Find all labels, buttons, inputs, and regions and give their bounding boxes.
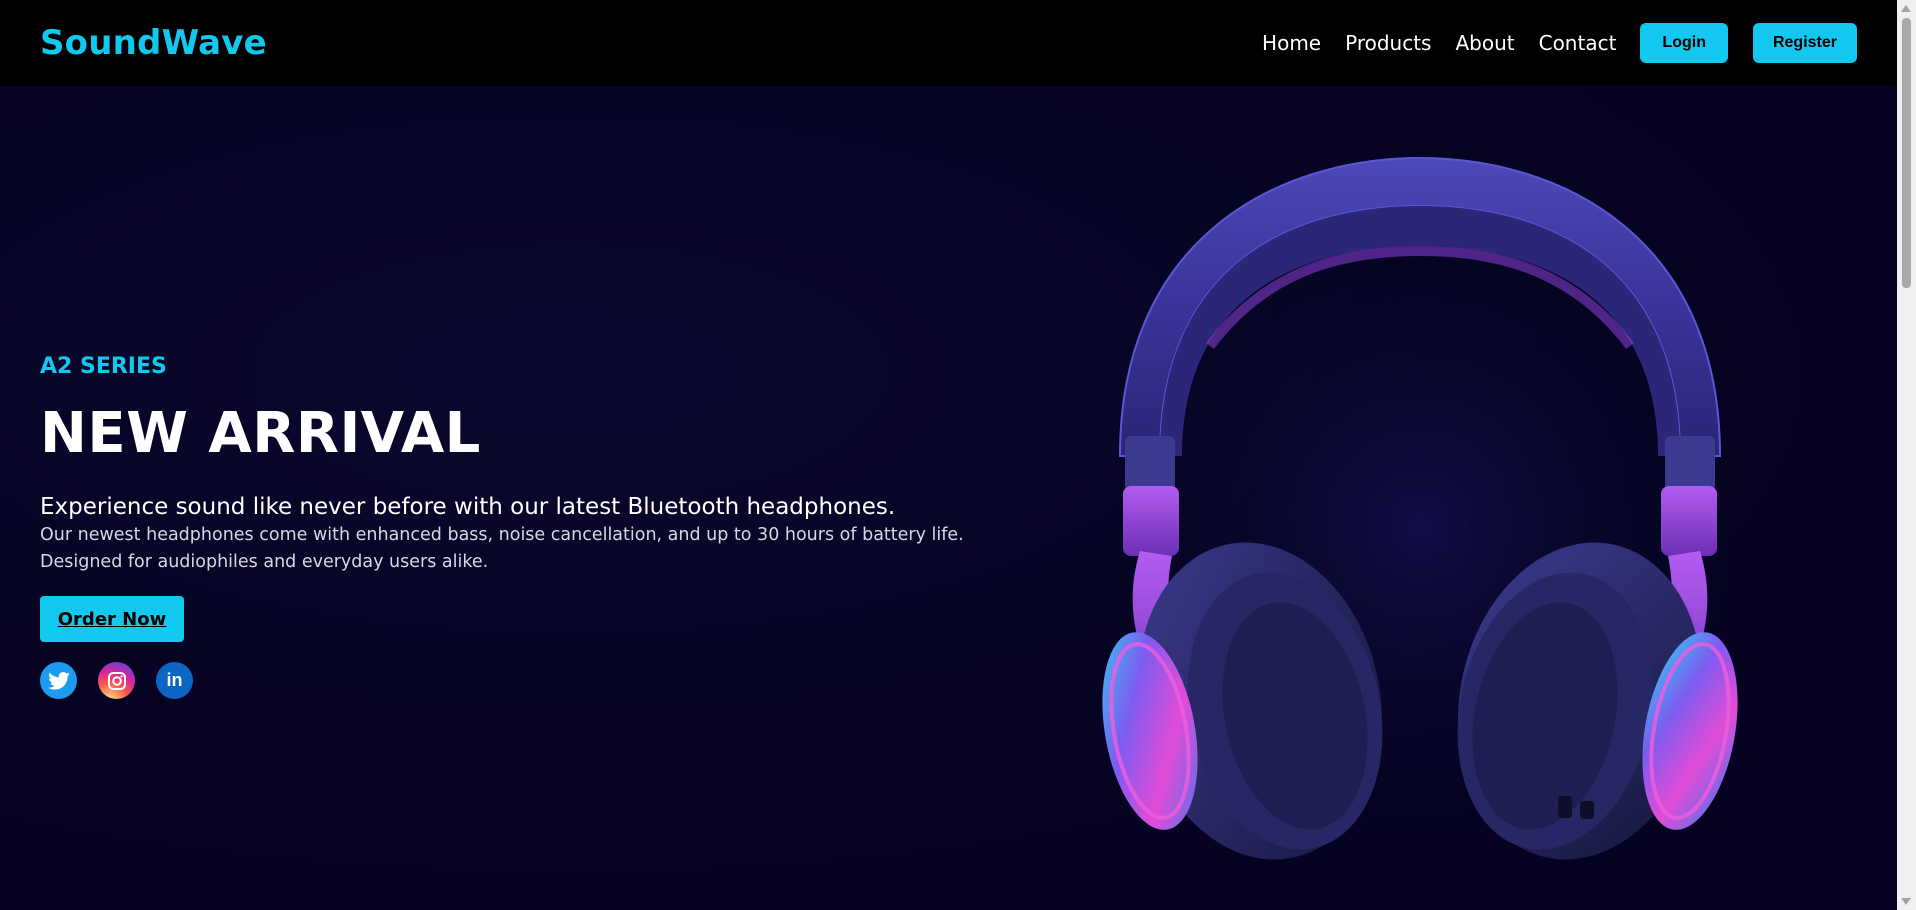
hero-headline: NEW ARRIVAL <box>40 401 481 466</box>
nav-menu: Home Products About Contact Login Regist… <box>1262 23 1857 63</box>
hero-tagline: Experience sound like never before with … <box>40 494 896 520</box>
linkedin-glyph: in <box>166 670 183 690</box>
register-button[interactable]: Register <box>1752 23 1857 63</box>
linkedin-icon[interactable]: in <box>156 662 193 699</box>
social-links: in <box>40 662 1000 699</box>
scroll-thumb[interactable] <box>1902 18 1911 288</box>
series-label: A2 SERIES <box>40 354 167 379</box>
nav-link-products[interactable]: Products <box>1345 31 1431 55</box>
hero-description-line-2: Designed for audiophiles and everyday us… <box>40 552 489 572</box>
page-scrollbar[interactable] <box>1897 0 1916 910</box>
order-now-button[interactable]: Order Now <box>40 596 184 642</box>
scroll-down-arrow-icon[interactable] <box>1901 898 1911 905</box>
headphones-product-image <box>1090 156 1750 866</box>
login-button[interactable]: Login <box>1640 23 1728 63</box>
instagram-icon[interactable] <box>98 662 135 699</box>
nav-link-about[interactable]: About <box>1455 31 1514 55</box>
nav-link-home[interactable]: Home <box>1262 31 1321 55</box>
hero-description-line-1: Our newest headphones come with enhanced… <box>40 525 964 545</box>
nav-link-contact[interactable]: Contact <box>1539 31 1617 55</box>
scroll-up-arrow-icon[interactable] <box>1901 5 1911 12</box>
brand-logo[interactable]: SoundWave <box>40 23 267 63</box>
top-navbar: SoundWave Home Products About Contact Lo… <box>0 0 1897 86</box>
hero-content: A2 SERIES NEW ARRIVAL Experience sound l… <box>40 354 1000 699</box>
twitter-icon[interactable] <box>40 662 77 699</box>
hero-section: A2 SERIES NEW ARRIVAL Experience sound l… <box>0 86 1897 910</box>
browser-viewport: SoundWave Home Products About Contact Lo… <box>0 0 1916 910</box>
